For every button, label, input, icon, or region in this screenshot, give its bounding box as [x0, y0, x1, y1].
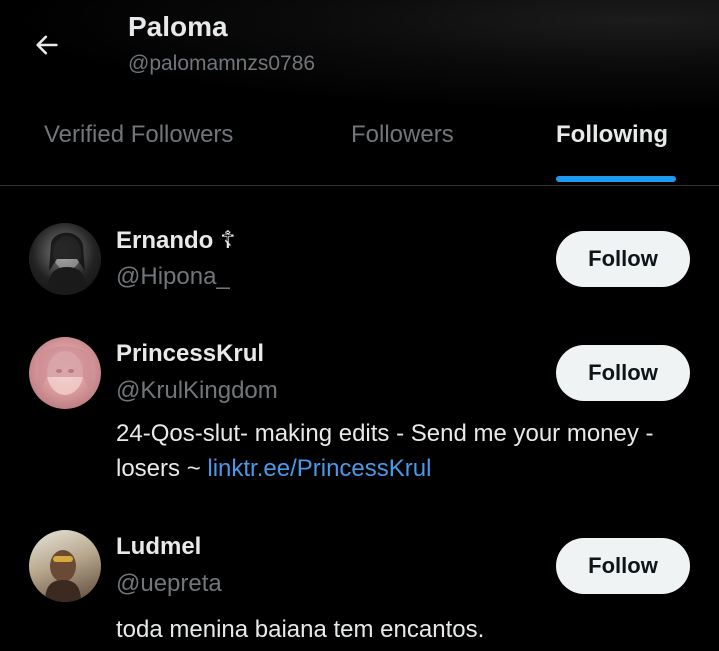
follow-button[interactable]: Follow — [556, 345, 690, 401]
avatar[interactable] — [29, 223, 101, 295]
page-handle: @palomamnzs0786 — [128, 52, 316, 75]
follow-button[interactable]: Follow — [556, 231, 690, 287]
back-button[interactable] — [30, 28, 64, 62]
tab-bar: Verified Followers Followers Following — [0, 112, 719, 186]
tab-followers[interactable]: Followers — [351, 121, 454, 149]
user-bio: 24-Qos-slut- making edits - Send me your… — [116, 416, 696, 486]
follow-button[interactable]: Follow — [556, 538, 690, 594]
user-cell-ludmel[interactable]: Ludmel @uepreta toda menina baiana tem e… — [0, 516, 719, 651]
user-name[interactable]: PrincessKrul — [116, 340, 264, 368]
avatar[interactable] — [29, 337, 101, 409]
user-cell-ernando[interactable]: Ernando ☦ @Hipona_ Follow — [0, 186, 719, 316]
avatar-image — [45, 550, 81, 602]
user-handle[interactable]: @Hipona_ — [116, 263, 230, 291]
tab-verified-followers[interactable]: Verified Followers — [44, 121, 233, 149]
user-handle[interactable]: @uepreta — [116, 570, 222, 598]
user-handle[interactable]: @KrulKingdom — [116, 377, 278, 405]
user-bio: toda menina baiana tem encantos. — [116, 616, 485, 643]
user-name[interactable]: Ludmel — [116, 533, 201, 561]
arrow-left-icon — [36, 35, 58, 55]
profile-header: Paloma @palomamnzs0786 — [0, 0, 719, 112]
bio-link[interactable]: linktr.ee/PrincessKrul — [207, 455, 431, 482]
active-tab-indicator — [556, 176, 676, 182]
user-cell-princesskrul[interactable]: PrincessKrul @KrulKingdom 24-Qos-slut- m… — [0, 316, 719, 516]
avatar-image — [37, 346, 93, 397]
avatar-image — [47, 232, 87, 295]
page-title: Paloma — [128, 11, 228, 42]
tab-following[interactable]: Following — [556, 121, 668, 149]
avatar[interactable] — [29, 530, 101, 602]
user-name[interactable]: Ernando ☦ — [116, 226, 236, 255]
